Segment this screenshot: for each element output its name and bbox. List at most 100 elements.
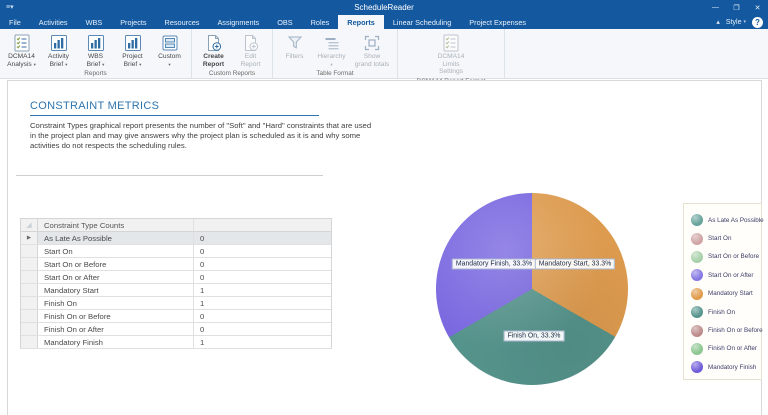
filters-button[interactable]: Filters	[276, 31, 313, 62]
row-label: Mandatory Finish	[38, 336, 194, 348]
row-header	[21, 284, 38, 296]
title-bar: ≡▾ ScheduleReader — ❐ ✕	[0, 0, 768, 15]
legend-swatch-icon	[691, 306, 703, 319]
table-row[interactable]: Finish On or Before 0	[21, 310, 331, 323]
button-label: Custom	[158, 53, 181, 60]
tab-obs[interactable]: OBS	[268, 15, 301, 29]
row-value: 1	[200, 337, 205, 347]
button-label: Analysis	[7, 60, 32, 68]
tab-file[interactable]: File	[0, 15, 30, 29]
new-report-icon	[204, 33, 223, 52]
legend-swatch-icon	[691, 232, 703, 245]
row-label: Finish On or After	[38, 323, 194, 335]
minimize-icon[interactable]: —	[705, 0, 726, 15]
constraint-counts-table: ◢ Constraint Type Counts ▶ As Late As Po…	[20, 218, 332, 349]
layout-stack-icon	[160, 33, 179, 52]
tab-linear-scheduling[interactable]: Linear Scheduling	[384, 15, 460, 29]
legend-label: As Late As Possible	[708, 216, 764, 224]
table-row[interactable]: Start On 0	[21, 245, 331, 258]
table-row[interactable]: Mandatory Finish 1	[21, 336, 331, 349]
table-row[interactable]: ▶ As Late As Possible 0	[21, 232, 331, 245]
ribbon-group-dcma14-report-format: DCMA14Limits Settings DCMA14 Report Form…	[398, 29, 505, 85]
legend-item: As Late As Possible	[691, 211, 764, 229]
button-label: DCMA14	[437, 53, 465, 60]
tab-activities[interactable]: Activities	[30, 15, 77, 29]
row-label: Start On or After	[38, 271, 194, 283]
legend-swatch-icon	[691, 250, 703, 263]
tab-reports[interactable]: Reports	[338, 15, 384, 29]
create-report-button[interactable]: Create Report	[195, 31, 232, 69]
style-menu-label: Style	[725, 18, 742, 26]
dcma14-analysis-button[interactable]: DCMA14 Analysis ▾	[3, 31, 40, 69]
report-description: Constraint Types graphical report presen…	[30, 121, 372, 151]
project-brief-button[interactable]: Project Brief ▾	[114, 31, 151, 69]
activity-brief-button[interactable]: Activity Brief ▾	[40, 31, 77, 69]
table-header-row[interactable]: ◢ Constraint Type Counts	[21, 219, 331, 232]
legend-swatch-icon	[691, 269, 703, 282]
edit-report-button[interactable]: Edit Report	[232, 31, 269, 69]
tab-project-expenses[interactable]: Project Expenses	[460, 15, 535, 29]
row-label: Start On or Before	[38, 258, 194, 270]
bar-chart-icon	[86, 33, 105, 52]
window-controls: — ❐ ✕	[705, 0, 768, 15]
pie-chart[interactable]	[436, 193, 628, 385]
hierarchy-icon	[322, 33, 341, 52]
button-label: Brief	[49, 60, 64, 68]
row-header	[21, 310, 38, 322]
ribbon-group-custom-reports: Create Report Edit Report Custom Reports	[192, 29, 273, 78]
chevron-down-icon: ▾	[102, 61, 105, 67]
maximize-icon[interactable]: ❐	[726, 0, 747, 15]
tab-assignments[interactable]: Assignments	[208, 15, 268, 29]
row-label: Start On	[38, 245, 194, 257]
chevron-down-icon: ▾	[330, 61, 333, 67]
legend-item: Start On or Before	[691, 248, 761, 266]
row-value: 0	[200, 311, 205, 321]
chevron-down-icon: ▾	[139, 61, 142, 67]
legend-label: Finish On or Before	[708, 327, 763, 335]
report-page: CONSTRAINT METRICS Constraint Types grap…	[7, 80, 764, 415]
tab-projects[interactable]: Projects	[111, 15, 155, 29]
dcma14-limits-settings-button[interactable]: DCMA14 Limits Settings	[429, 31, 473, 77]
legend-item: Start On or After	[691, 266, 761, 284]
legend-item: Start On	[691, 229, 761, 247]
page-title: CONSTRAINT METRICS	[30, 100, 319, 116]
show-grand-totals-button[interactable]: Show grand totals	[350, 31, 394, 69]
funnel-icon	[285, 33, 304, 52]
row-value: 0	[200, 272, 205, 282]
help-icon[interactable]: ?	[752, 16, 763, 28]
checklist-icon	[12, 33, 31, 52]
hierarchy-button[interactable]: Hierarchy ▾	[313, 31, 350, 69]
row-value: 0	[200, 246, 205, 256]
button-label: Brief	[86, 60, 101, 68]
close-icon[interactable]: ✕	[747, 0, 768, 15]
collapse-ribbon-icon[interactable]: ▴	[716, 18, 720, 26]
row-label: As Late As Possible	[38, 232, 194, 244]
style-menu-button[interactable]: Style ▾	[726, 19, 746, 26]
table-row[interactable]: Mandatory Start 1	[21, 284, 331, 297]
table-row[interactable]: Start On or Before 0	[21, 258, 331, 271]
wbs-brief-button[interactable]: WBS Brief ▾	[77, 31, 114, 69]
window-title: ScheduleReader	[354, 3, 414, 12]
row-selector-icon: ▶	[21, 232, 38, 244]
table-row[interactable]: Finish On 1	[21, 297, 331, 310]
ribbon-group-table-format: Filters Hierarchy ▾ Show grand totals Tabl…	[273, 29, 398, 78]
custom-report-button[interactable]: Custom ▾	[151, 31, 188, 69]
button-label: Limits Settings	[439, 60, 463, 76]
button-label: Create	[203, 53, 224, 60]
table-row[interactable]: Start On or After 0	[21, 271, 331, 284]
chevron-down-icon: ▾	[65, 61, 68, 67]
table-row[interactable]: Finish On or After 0	[21, 323, 331, 336]
grid-corner-icon: ◢	[21, 219, 38, 231]
tab-roles[interactable]: Roles	[302, 15, 339, 29]
button-label: Project	[122, 53, 143, 60]
row-header	[21, 336, 38, 348]
tab-wbs[interactable]: WBS	[77, 15, 112, 29]
legend-label: Start On	[708, 235, 732, 243]
legend-item: Mandatory Start	[691, 285, 761, 303]
table-header-label: Constraint Type Counts	[38, 219, 194, 231]
button-label: Edit	[244, 53, 257, 60]
ribbon-group-label: Reports	[84, 70, 107, 78]
chevron-down-icon: ▾	[168, 61, 171, 67]
tab-resources[interactable]: Resources	[156, 15, 209, 29]
legend-item: Finish On	[691, 303, 761, 321]
